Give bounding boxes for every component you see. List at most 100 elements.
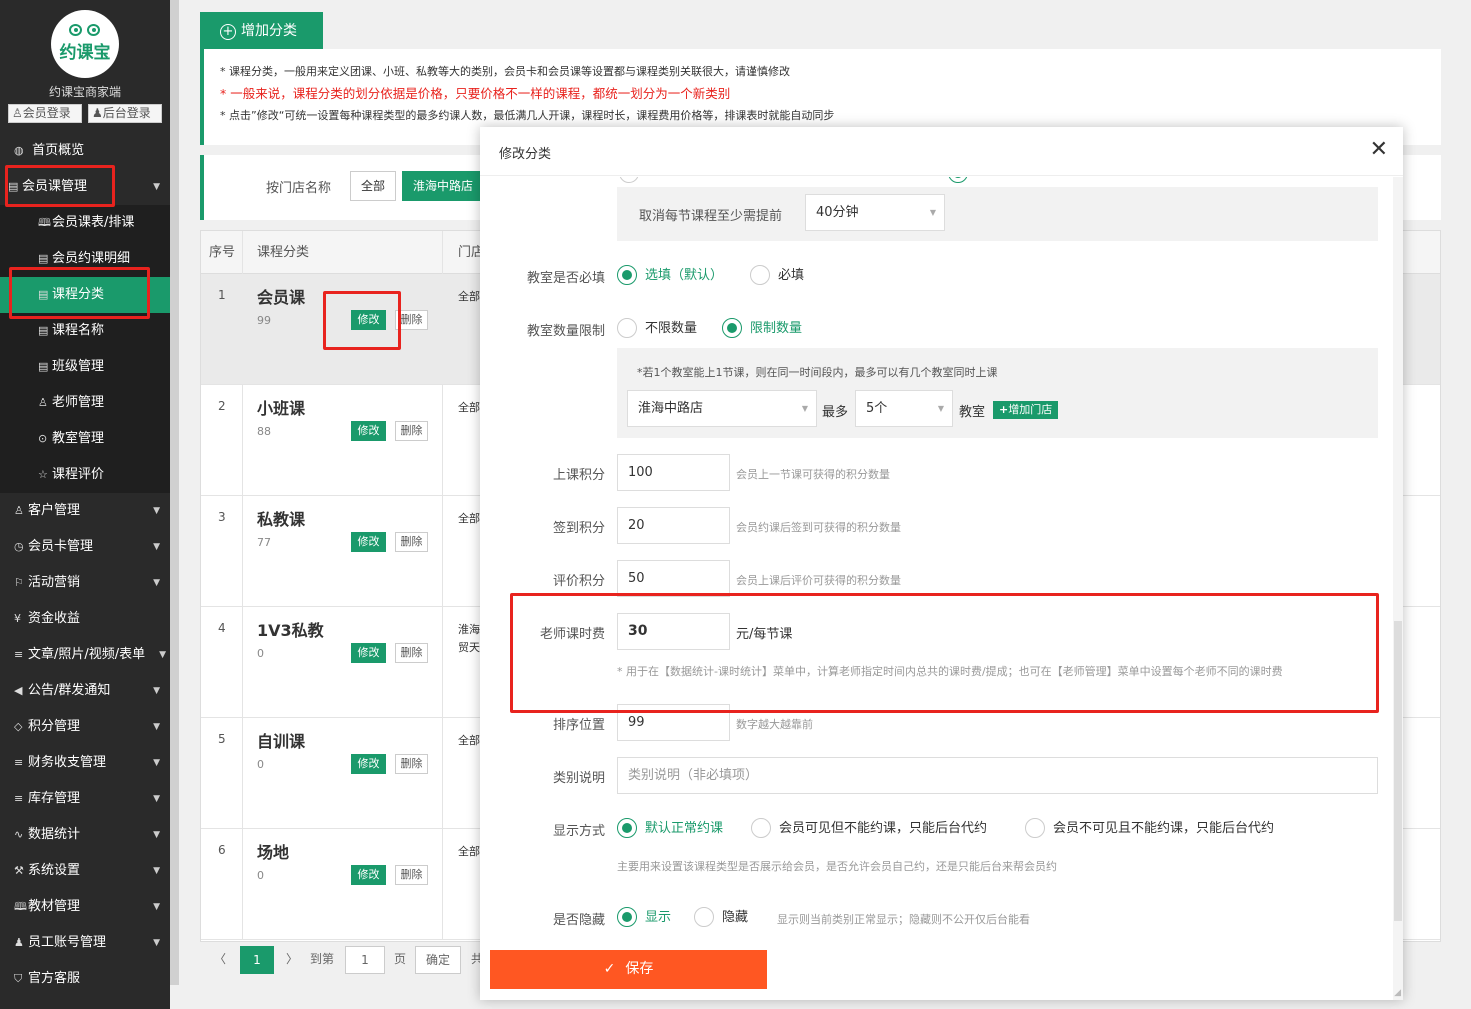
check-icon: ✓ xyxy=(603,961,616,977)
delete-button[interactable]: 删除 xyxy=(395,754,428,774)
page-current[interactable]: 1 xyxy=(240,946,274,974)
classroom-required-radio[interactable]: 必填 xyxy=(750,264,804,287)
sidebar-item-staff[interactable]: ♟ 员工账号管理 ▼ xyxy=(0,925,170,961)
max-classroom-select[interactable]: 5个 ▼ xyxy=(855,390,953,427)
hide-radio[interactable]: 隐藏 xyxy=(694,906,748,929)
filter-store-button[interactable]: 淮海中路店 xyxy=(402,171,485,201)
doc-icon: ▤ xyxy=(38,360,49,373)
chevron-down-icon: ▼ xyxy=(153,686,160,696)
chevron-down-icon: ▼ xyxy=(153,794,160,804)
prev-page-icon[interactable]: 〈 xyxy=(214,946,226,974)
edit-button[interactable]: 修改 xyxy=(351,421,386,441)
sidebar-item-class[interactable]: ▤ 班级管理 xyxy=(0,349,170,385)
delete-button[interactable]: 删除 xyxy=(395,643,428,663)
classroom-unit: 教室 xyxy=(959,405,986,420)
add-category-button[interactable]: + 增加分类 xyxy=(200,12,323,50)
sidebar-item-schedule[interactable]: 🕮会员课表/排课 xyxy=(0,205,170,241)
edit-button[interactable]: 修改 xyxy=(351,643,386,663)
sidebar-item-review[interactable]: ☆ 课程评价 xyxy=(0,457,170,493)
show-radio[interactable]: 显示 xyxy=(617,906,671,929)
member-login-button[interactable]: ♙会员登录 xyxy=(8,104,82,123)
delete-button[interactable]: 删除 xyxy=(395,865,428,885)
pulse-icon: ∿ xyxy=(14,828,24,841)
page-input[interactable]: 1 xyxy=(345,946,385,974)
sidebar-item-finance[interactable]: ≡ 财务收支管理 ▼ xyxy=(0,745,170,781)
sidebar-item-course-category[interactable]: ▤ 课程分类 xyxy=(0,277,170,313)
sidebar-item-member-card[interactable]: ◷ 会员卡管理 ▼ xyxy=(0,529,170,565)
close-icon[interactable]: ✕ xyxy=(1370,137,1388,162)
sidebar-item-booking-details[interactable]: ▤ 会员约课明细 xyxy=(0,241,170,277)
sidebar-item-inventory[interactable]: ≡ 库存管理 ▼ xyxy=(0,781,170,817)
checkin-points-label: 签到积分 xyxy=(552,521,605,536)
checkin-points-hint: 会员约课后签到可获得的积分数量 xyxy=(736,521,901,534)
add-store-button[interactable]: +增加门店 xyxy=(993,401,1059,419)
chevron-down-icon: ▼ xyxy=(929,208,936,217)
sidebar-item-teacher[interactable]: ♙ 老师管理 xyxy=(0,385,170,421)
limited-radio[interactable]: 限制数量 xyxy=(722,317,802,340)
sidebar-item-materials[interactable]: 🕮教材管理 ▼ xyxy=(0,889,170,925)
max-label: 最多 xyxy=(822,405,849,420)
filter-all-button[interactable]: 全部 xyxy=(350,171,397,201)
teacher-fee-input[interactable]: 30 xyxy=(617,613,730,650)
edit-button[interactable]: 修改 xyxy=(351,310,386,330)
display-visible-only-radio[interactable]: 会员可见但不能约课，只能后台代约 xyxy=(751,817,987,840)
notice-line-1: * 课程分类，一般用来定义团课、小班、私教等大的类别，会员卡和会员课等设置都与课… xyxy=(220,65,790,78)
main-scrollbar[interactable] xyxy=(170,0,179,985)
sidebar-item-settings[interactable]: ⚒ 系统设置 ▼ xyxy=(0,853,170,889)
pagination: 〈 1 〉 到第 1 页 确定 共 xyxy=(200,942,500,978)
sidebar-item-articles[interactable]: ≡ 文章/照片/视频/表单 ▼ xyxy=(0,637,170,673)
display-label: 显示方式 xyxy=(552,824,605,839)
sidebar-item-notice[interactable]: ◀ 公告/群发通知 ▼ xyxy=(0,673,170,709)
sidebar-item-course-name[interactable]: ▤ 课程名称 xyxy=(0,313,170,349)
delete-button[interactable]: 删除 xyxy=(395,421,428,441)
edit-category-dialog: 修改分类 ✕ 取消每节课程至少需提前 40分钟 ▼ 教室是否必填 选填（默认） 必… xyxy=(480,127,1403,1000)
sidebar-item-classroom[interactable]: ⊙ 教室管理 xyxy=(0,421,170,457)
sidebar-item-support[interactable]: ⛉ 官方客服 xyxy=(0,961,170,997)
review-points-input[interactable]: 50 xyxy=(617,560,730,597)
notice-line-2: * 一般来说，课程分类的划分依据是价格，只要价格不一样的课程，都统一划分为一个新… xyxy=(220,86,731,101)
save-button[interactable]: ✓ 保存 xyxy=(490,950,767,989)
display-normal-radio[interactable]: 默认正常约课 xyxy=(617,817,723,840)
sidebar-item-customer[interactable]: ♙ 客户管理 ▼ xyxy=(0,493,170,529)
chevron-down-icon: ▼ xyxy=(801,404,808,413)
store-select[interactable]: 淮海中路店 ▼ xyxy=(627,390,817,427)
sidebar-nav: ◍ 首页概览 ▤ 会员课管理 ▼ 🕮会员课表/排课 ▤ 会员约课明细 ▤ 课程分类 ▤… xyxy=(0,133,170,997)
delete-button[interactable]: 删除 xyxy=(395,310,428,330)
sidebar-item-member-course[interactable]: ▤ 会员课管理 ▼ xyxy=(0,169,170,205)
edit-button[interactable]: 修改 xyxy=(351,754,386,774)
sidebar-item-marketing[interactable]: ⚐ 活动营销 ▼ xyxy=(0,565,170,601)
classroom-required-label: 教室是否必填 xyxy=(526,271,605,286)
dialog-header: 修改分类 ✕ xyxy=(480,127,1403,176)
chevron-down-icon: ▼ xyxy=(153,866,160,876)
shield-icon: ⛉ xyxy=(14,972,23,985)
classroom-optional-radio[interactable]: 选填（默认） xyxy=(617,264,723,287)
display-hidden-radio[interactable]: 会员不可见且不能约课，只能后台代约 xyxy=(1025,817,1274,840)
sidebar-item-points[interactable]: ◇ 积分管理 ▼ xyxy=(0,709,170,745)
class-points-input[interactable]: 100 xyxy=(617,454,730,491)
dialog-scrollbar[interactable] xyxy=(1393,177,1403,1000)
chevron-down-icon: ▼ xyxy=(153,578,160,588)
sort-input[interactable]: 99 xyxy=(617,704,730,741)
next-page-icon[interactable]: 〉 xyxy=(286,946,298,974)
delete-button[interactable]: 删除 xyxy=(395,532,428,552)
sidebar-item-home[interactable]: ◍ 首页概览 xyxy=(0,133,170,169)
unlimited-radio[interactable]: 不限数量 xyxy=(617,317,697,340)
edit-button[interactable]: 修改 xyxy=(351,865,386,885)
sort-label: 排序位置 xyxy=(552,718,605,733)
sidebar-item-stats[interactable]: ∿ 数据统计 ▼ xyxy=(0,817,170,853)
sliders-icon: ≡ xyxy=(14,756,24,769)
chevron-down-icon: ▼ xyxy=(153,506,160,516)
cancel-advance-select[interactable]: 40分钟 ▼ xyxy=(805,194,945,231)
goto-label: 到第 xyxy=(310,952,335,966)
resize-handle-icon[interactable]: ◢ xyxy=(1394,988,1401,998)
page-confirm-button[interactable]: 确定 xyxy=(415,946,461,974)
chevron-down-icon: ▼ xyxy=(937,404,944,413)
desc-input[interactable]: 类别说明（非必填项） xyxy=(617,757,1378,794)
sidebar-item-funds[interactable]: ¥ 资金收益 xyxy=(0,601,170,637)
brand-name: 约课宝商家端 xyxy=(48,85,121,99)
admin-login-button[interactable]: ♟后台登录 xyxy=(88,104,162,123)
checkin-points-input[interactable]: 20 xyxy=(617,507,730,544)
list-icon: ▤ xyxy=(38,252,49,265)
clock-icon: ◷ xyxy=(14,540,24,553)
edit-button[interactable]: 修改 xyxy=(351,532,386,552)
